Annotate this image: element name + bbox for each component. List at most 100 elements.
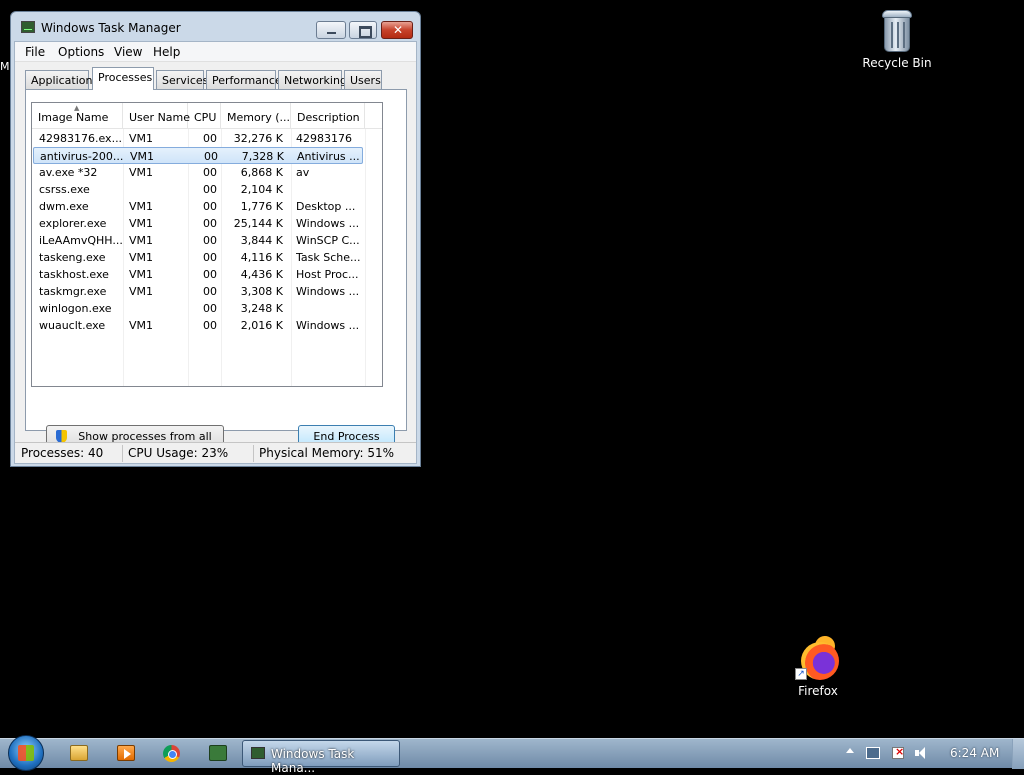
recycle-bin-shortcut[interactable]: Recycle Bin [857,8,937,70]
memory-cell: 4,116 K [240,251,283,264]
tab-services[interactable]: Services [156,70,208,89]
table-row[interactable]: 42983176.ex... VM1 00 32,276 K 42983176 [33,130,363,147]
show-hidden-icons-icon[interactable] [846,748,854,753]
user-name-cell: VM1 [129,166,154,179]
process-name-cell: wuauclt.exe [39,319,106,332]
firefox-label: Firefox [798,684,838,698]
cpu-cell: 00 [203,132,217,145]
recycle-bin-icon [880,8,914,54]
menu-bar: File Options View Help [15,42,416,62]
cpu-cell: 00 [203,200,217,213]
close-button[interactable]: ✕ [381,21,413,39]
taskbar: Windows Task Mana... 6:24 AM [0,735,1024,775]
col-user-name[interactable]: User Name [123,103,190,129]
tab-processes[interactable]: Processes [92,67,154,90]
cpu-cell: 00 [203,166,217,179]
user-name-cell: VM1 [129,251,154,264]
menu-options[interactable]: Options [58,45,104,59]
task-manager-icon [21,21,35,33]
window-client: File Options View Help Applications Proc… [14,41,417,464]
memory-cell: 3,844 K [240,234,283,247]
memory-cell: 2,104 K [240,183,283,196]
sort-arrow-icon: ▲ [74,104,80,112]
cpu-cell: 00 [203,285,217,298]
memory-cell: 3,248 K [240,302,283,315]
memory-cell: 4,436 K [240,268,283,281]
memory-cell: 25,144 K [233,217,283,230]
desktop-cut-label: M [0,60,10,73]
terminal-tool-icon[interactable] [209,745,227,761]
tab-users[interactable]: Users [344,70,382,89]
process-list[interactable]: ▲ Image Name User Name CPU Memory (... D… [31,102,383,387]
process-name-cell: winlogon.exe [39,302,112,315]
table-row[interactable]: wuauclt.exe VM1 00 2,016 K Windows ... [33,317,363,334]
cpu-cell: 00 [203,302,217,315]
firefox-shortcut[interactable]: ↗ Firefox [778,633,858,698]
memory-cell: 2,016 K [240,319,283,332]
close-icon: ✕ [393,23,404,37]
status-cpu: CPU Usage: 23% [128,446,229,460]
process-name-cell: av.exe *32 [39,166,98,179]
table-row[interactable]: taskhost.exe VM1 00 4,436 K Host Proc... [33,266,363,283]
table-row[interactable]: taskmgr.exe VM1 00 3,308 K Windows ... [33,283,363,300]
col-image-name[interactable]: ▲ Image Name [32,103,123,129]
clock[interactable]: 6:24 AM [950,746,999,760]
folder-icon[interactable] [70,745,88,761]
cpu-cell: 00 [203,217,217,230]
title-bar[interactable]: Windows Task Manager ✕ [11,12,420,42]
description-cell: Windows ... [296,319,360,332]
user-name-cell: VM1 [129,217,154,230]
menu-view[interactable]: View [114,45,142,59]
show-desktop-button[interactable] [1012,739,1024,769]
user-name-cell: VM1 [129,285,154,298]
table-row[interactable]: winlogon.exe 00 3,248 K [33,300,363,317]
process-name-cell: dwm.exe [39,200,89,213]
table-row[interactable]: taskeng.exe VM1 00 4,116 K Task Sche... [33,249,363,266]
process-name-cell: taskmgr.exe [39,285,107,298]
cpu-cell: 00 [204,150,218,163]
menu-file[interactable]: File [25,45,45,59]
status-processes: Processes: 40 [21,446,104,460]
process-name-cell: csrss.exe [39,183,90,196]
minimize-button[interactable] [316,21,346,39]
description-cell: Antivirus ... [297,150,360,163]
col-memory[interactable]: Memory (... [221,103,291,129]
col-cpu[interactable]: CPU [188,103,221,129]
memory-cell: 1,776 K [240,200,283,213]
process-name-cell: iLeAAmvQHH... [39,234,123,247]
table-row[interactable]: csrss.exe 00 2,104 K [33,181,363,198]
col-description[interactable]: Description [291,103,365,129]
window-title: Windows Task Manager [41,21,181,35]
tab-performance[interactable]: Performance [206,70,282,89]
chrome-icon[interactable] [163,745,180,762]
user-name-cell: VM1 [129,319,154,332]
network-icon[interactable] [866,747,880,759]
volume-icon[interactable] [915,747,927,759]
tab-strip: Applications Processes Services Performa… [25,67,405,90]
table-row[interactable]: iLeAAmvQHH... VM1 00 3,844 K WinSCP C... [33,232,363,249]
tab-applications[interactable]: Applications [25,70,98,89]
description-cell: 42983176 [296,132,352,145]
description-cell: Host Proc... [296,268,359,281]
cpu-cell: 00 [203,251,217,264]
status-bar: Processes: 40 CPU Usage: 23% Physical Me… [15,442,416,463]
table-row[interactable]: explorer.exe VM1 00 25,144 K Windows ... [33,215,363,232]
process-name-cell: taskeng.exe [39,251,106,264]
process-name-cell: taskhost.exe [39,268,109,281]
task-manager-window[interactable]: Windows Task Manager ✕ File Options View… [10,11,421,467]
table-row[interactable]: av.exe *32 VM1 00 6,868 K av [33,164,363,181]
description-cell: Desktop ... [296,200,356,213]
table-row[interactable]: dwm.exe VM1 00 1,776 K Desktop ... [33,198,363,215]
memory-cell: 32,276 K [233,132,283,145]
taskbar-task-manager-button[interactable]: Windows Task Mana... [242,740,400,775]
tab-networking[interactable]: Networking [278,70,347,89]
memory-cell: 3,308 K [240,285,283,298]
action-center-icon[interactable] [892,745,904,759]
menu-help[interactable]: Help [153,45,180,59]
process-name-cell: antivirus-200... [40,150,124,163]
maximize-button[interactable] [349,21,377,39]
media-player-icon[interactable] [117,745,135,761]
table-row[interactable]: antivirus-200... VM1 00 7,328 K Antivirus ..… [33,147,363,164]
description-cell: WinSCP C... [296,234,360,247]
windows-start-icon[interactable] [8,735,44,771]
